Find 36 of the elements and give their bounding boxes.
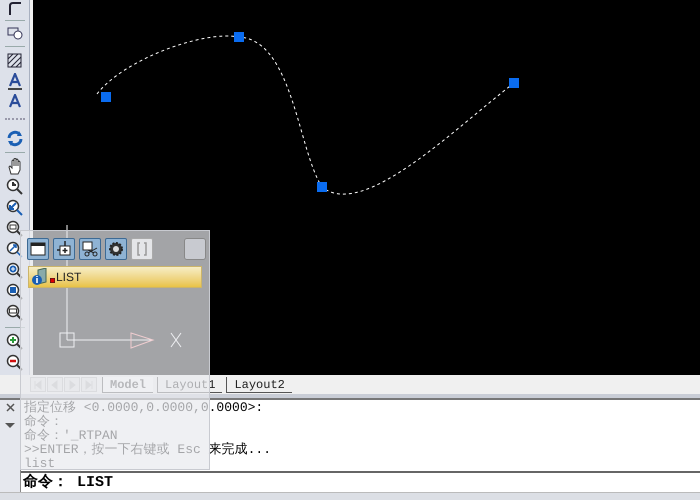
multiline-text-icon[interactable] <box>8 73 22 90</box>
insert-block-button[interactable] <box>53 238 75 260</box>
window-button[interactable] <box>27 238 49 260</box>
command-name: LIST <box>56 269 82 286</box>
cut-button[interactable] <box>79 238 101 260</box>
block-icon[interactable] <box>6 26 22 40</box>
info-document-icon <box>31 268 49 286</box>
settings-button[interactable] <box>105 238 127 260</box>
command-history-line: 命令：'_RTPAN <box>24 429 119 443</box>
hatch-icon[interactable] <box>7 53 22 68</box>
zoom-previous-icon[interactable] <box>6 199 23 217</box>
grip-handle[interactable] <box>509 78 519 88</box>
grip-handle[interactable] <box>317 182 327 192</box>
brackets-icon <box>136 242 148 256</box>
command-history-line: list <box>24 457 56 471</box>
command-history-line: 命令： <box>24 415 64 429</box>
square-marker-icon <box>50 278 55 283</box>
zoom-dynamic-icon[interactable] <box>6 241 23 259</box>
scissors-icon <box>82 241 98 257</box>
polyline-icon[interactable] <box>6 1 22 15</box>
text-icon[interactable] <box>8 94 22 108</box>
dropdown-caret-icon[interactable] <box>5 423 15 428</box>
insert-block-icon <box>56 241 72 257</box>
grip-handle[interactable] <box>234 32 244 42</box>
pan-hand-icon[interactable] <box>6 158 22 175</box>
window-icon <box>30 242 46 256</box>
command-history-line: >>ENTER，按一下右键或 Esc 来完成... <box>24 443 272 457</box>
command-list-item[interactable]: LIST <box>28 266 202 288</box>
close-icon[interactable] <box>6 403 14 412</box>
grip-handle[interactable] <box>101 92 111 102</box>
command-line-field[interactable]: 命令： LIST <box>23 472 114 494</box>
regen-icon[interactable] <box>6 130 24 147</box>
command-history-line: 指定位移 <0.0000,0.0000,0.0000>: <box>24 401 264 415</box>
zoom-realtime-icon[interactable] <box>6 178 23 196</box>
settings-icon <box>108 241 124 257</box>
layout-tab[interactable]: Layout2 <box>226 377 292 393</box>
